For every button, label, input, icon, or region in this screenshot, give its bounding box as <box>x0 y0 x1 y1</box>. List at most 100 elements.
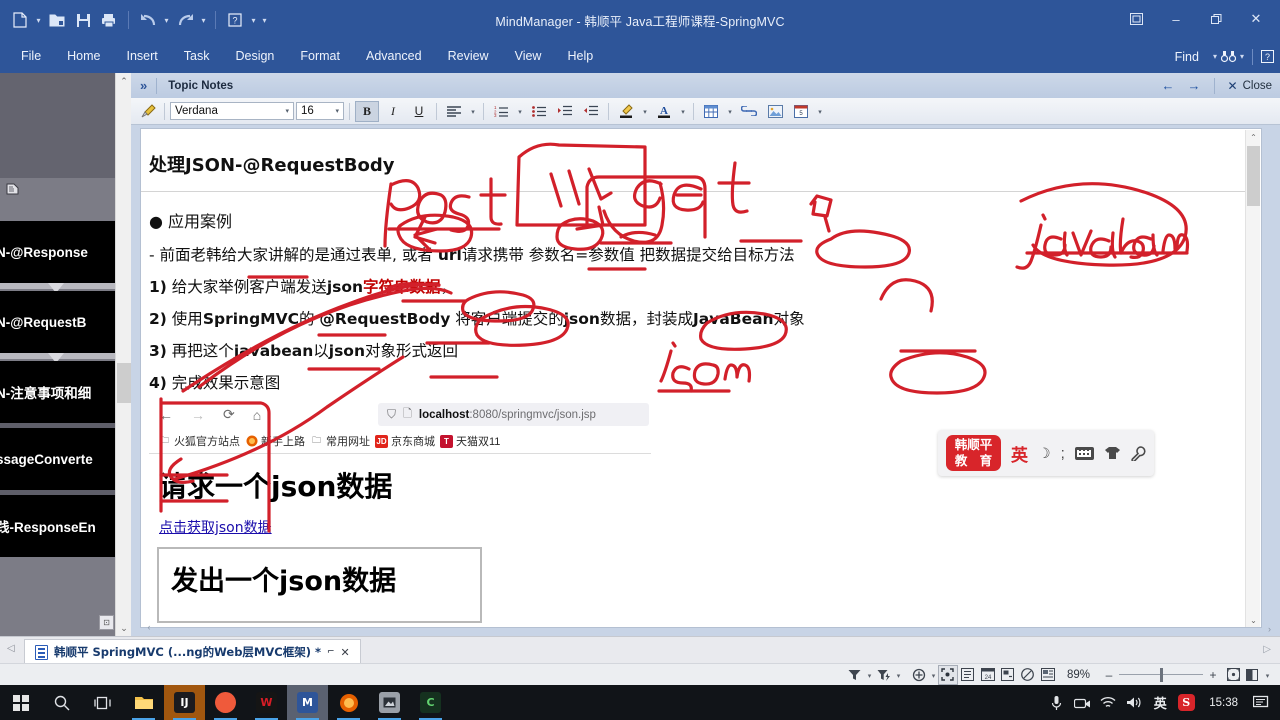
bold-button[interactable]: B <box>355 100 379 122</box>
browser-address-field[interactable]: ⛉ 🗋 localhost:8080/springmvc/json.jsp <box>378 403 649 426</box>
map-vertical-scrollbar[interactable]: ⌃ ⌄ <box>115 73 131 636</box>
notes-scroll-thumb[interactable] <box>1247 146 1260 206</box>
start-button[interactable] <box>0 685 41 720</box>
presentation-mode-icon[interactable] <box>1038 665 1058 685</box>
focus-mode-icon[interactable] <box>909 665 929 685</box>
insert-image-button[interactable] <box>763 101 787 122</box>
insert-link-button[interactable] <box>737 101 761 122</box>
punctuation-icon[interactable]: ; <box>1061 445 1065 462</box>
font-size-select[interactable]: 16 ▾ <box>296 102 344 120</box>
taskbar-search-button[interactable] <box>41 685 82 720</box>
insert-table-button[interactable] <box>699 101 723 122</box>
tab-task[interactable]: Task <box>171 40 223 73</box>
sogou-icon[interactable]: S <box>1173 685 1199 720</box>
power-filter-icon[interactable] <box>874 665 894 685</box>
notes-scroll-down-icon[interactable]: ⌄ <box>1246 613 1261 627</box>
filter-caret[interactable]: ▾ <box>865 665 874 685</box>
branch-view-icon[interactable] <box>998 665 1018 685</box>
tab-restore-icon[interactable]: ⌐ <box>327 647 335 657</box>
tab-advanced[interactable]: Advanced <box>353 40 435 73</box>
tab-view[interactable]: View <box>502 40 555 73</box>
bookmark-item[interactable]: 🗀 火狐官方站点 <box>158 433 240 449</box>
notes-vertical-scrollbar[interactable]: ⌃ ⌄ <box>1245 130 1261 627</box>
page-link[interactable]: 点击获取json数据 <box>159 517 272 537</box>
notes-close-button[interactable]: ✕ Close <box>1228 79 1272 93</box>
taskbar-app-wps[interactable]: W <box>246 685 287 720</box>
font-family-select[interactable]: Verdana ▾ <box>170 102 294 120</box>
skin-icon[interactable] <box>1104 446 1121 460</box>
search-caret[interactable]: ▾ <box>1240 52 1244 61</box>
tab-insert[interactable]: Insert <box>114 40 171 73</box>
font-color-button[interactable]: A <box>652 101 676 122</box>
zoom-in-button[interactable]: + <box>1203 665 1223 685</box>
tab-home[interactable]: Home <box>54 40 113 73</box>
map-node-2[interactable]: N-注意事项和细 <box>0 361 115 423</box>
align-caret[interactable]: ▾ <box>468 101 478 122</box>
eraser-icon[interactable] <box>1018 665 1038 685</box>
zoom-slider[interactable] <box>1119 665 1203 685</box>
bookmark-item[interactable]: 新手上路 <box>245 433 305 449</box>
wifi-icon[interactable] <box>1095 685 1121 720</box>
map-node-3[interactable]: ssageConverte <box>0 428 115 490</box>
view-split-caret[interactable]: ▾ <box>1263 665 1272 685</box>
tab-close-icon[interactable]: ✕ <box>341 646 350 659</box>
format-painter-icon[interactable] <box>137 100 159 122</box>
tab-design[interactable]: Design <box>222 40 287 73</box>
zoom-out-button[interactable]: – <box>1099 665 1119 685</box>
bookmark-item[interactable]: 🗀 常用网址 <box>310 433 370 449</box>
volume-icon[interactable] <box>1121 685 1147 720</box>
find-label[interactable]: Find <box>1175 50 1209 64</box>
taskbar-app-screenshot-tool[interactable] <box>369 685 410 720</box>
bookmark-item[interactable]: JD 京东商城 <box>375 433 435 449</box>
browser-reload-icon[interactable]: ⟳ <box>223 406 235 423</box>
numbered-list-caret[interactable]: ▾ <box>515 101 525 122</box>
notification-center-icon[interactable] <box>1248 685 1274 720</box>
map-node-0[interactable]: N-@Response <box>0 221 115 283</box>
decrease-indent-button[interactable] <box>553 101 577 122</box>
browser-forward-icon[interactable]: → <box>191 407 205 423</box>
map-scroll-thumb[interactable] <box>117 363 131 403</box>
notes-back-icon[interactable]: ← <box>1162 78 1175 93</box>
bookmark-item[interactable]: T 天猫双11 <box>440 433 500 449</box>
ribbon-display-icon[interactable] <box>1116 4 1156 34</box>
map-node-1[interactable]: N-@RequestB <box>0 291 115 353</box>
expand-panel-icon[interactable]: » <box>131 78 156 93</box>
taskbar-app-mindmanager[interactable]: M <box>287 685 328 720</box>
filter-icon[interactable] <box>845 665 865 685</box>
power-filter-caret[interactable]: ▾ <box>894 665 903 685</box>
datestamp-caret[interactable]: ▾ <box>815 101 825 122</box>
tab-format[interactable]: Format <box>287 40 353 73</box>
browser-back-icon[interactable]: ← <box>159 407 173 423</box>
notes-scroll-up-icon[interactable]: ⌃ <box>1246 130 1261 145</box>
insert-datestamp-button[interactable]: 5 <box>789 101 813 122</box>
notes-scroll-left-icon[interactable]: ‹ <box>140 620 158 634</box>
highlight-caret[interactable]: ▾ <box>640 101 650 122</box>
increase-indent-button[interactable] <box>579 101 603 122</box>
taskbar-clock[interactable]: 15:38 <box>1199 697 1248 709</box>
map-scroll-up-icon[interactable]: ⌃ <box>116 73 131 89</box>
map-node-4[interactable]: 践-ResponseEn <box>0 495 115 557</box>
restore-button[interactable] <box>1196 4 1236 34</box>
notes-edit-area[interactable]: 处理JSON-@RequestBody ● 应用案例 - 前面老韩给大家讲解的是… <box>140 128 1262 628</box>
zoom-slider-knob[interactable] <box>1160 667 1163 682</box>
tab-review[interactable]: Review <box>435 40 502 73</box>
document-tab[interactable]: 韩顺平 SpringMVC (...ng的Web层MVC框架) * ⌐ ✕ <box>24 639 361 664</box>
taskbar-app-browser-orange[interactable] <box>205 685 246 720</box>
browser-home-icon[interactable]: ⌂ <box>253 407 261 423</box>
map-scroll-down-icon[interactable]: ⌄ <box>116 620 131 636</box>
focus-caret[interactable]: ▾ <box>929 665 938 685</box>
font-color-caret[interactable]: ▾ <box>678 101 688 122</box>
notes-scroll-right-icon[interactable]: › <box>1268 624 1271 634</box>
numbered-list-button[interactable]: 123 <box>489 101 513 122</box>
view-split-icon[interactable] <box>1243 665 1263 685</box>
taskbar-app-intellij-idea[interactable]: IJ <box>164 685 205 720</box>
bulleted-list-button[interactable] <box>527 101 551 122</box>
minimize-button[interactable]: ‒ <box>1156 4 1196 34</box>
fit-map-icon[interactable] <box>937 664 958 685</box>
tools-wrench-icon[interactable] <box>1131 445 1146 461</box>
help-question-icon[interactable]: ? <box>1261 50 1274 63</box>
underline-button[interactable]: U <box>407 101 431 122</box>
moon-icon[interactable]: ☽ <box>1038 445 1051 462</box>
highlight-color-button[interactable] <box>614 101 638 122</box>
tab-file[interactable]: File <box>8 40 54 73</box>
